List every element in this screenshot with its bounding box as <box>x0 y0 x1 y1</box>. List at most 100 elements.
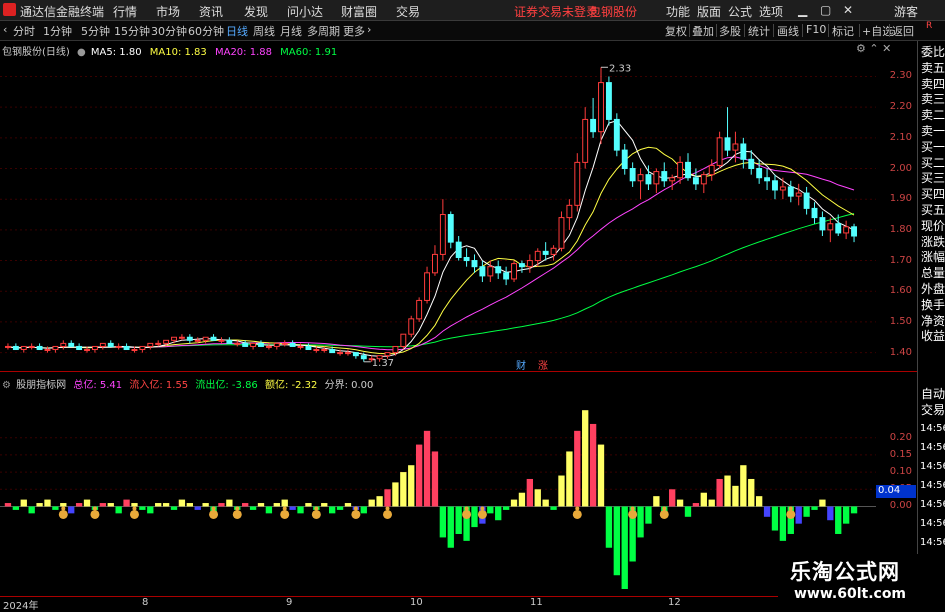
outflow-bar <box>637 506 644 538</box>
quote-panel-row[interactable]: 卖一 <box>920 122 945 139</box>
candlestick-chart[interactable]: 2.33 1.37 财 涨 <box>0 41 876 371</box>
candle-body <box>661 171 668 182</box>
quote-panel-row[interactable]: 卖四 <box>920 75 945 92</box>
menu-formula[interactable]: 公式 <box>728 3 752 20</box>
quote-panel-row[interactable]: 卖二 <box>920 106 945 123</box>
inflow-bar <box>732 485 739 507</box>
candle-body <box>60 342 67 347</box>
quote-panel-row[interactable]: 换手 <box>920 296 945 313</box>
auto-trade-tab[interactable]: 交易 <box>920 401 945 418</box>
menu-options[interactable]: 选项 <box>759 3 783 20</box>
period-tab-intraday[interactable]: 分时 <box>13 23 35 39</box>
app-title: 通达信金融终端 <box>20 5 105 19</box>
multi-stock-button[interactable]: 多股 <box>719 23 741 39</box>
price-tick-label: 2.30 <box>889 70 912 82</box>
quote-panel-row[interactable]: 现价 <box>920 217 945 234</box>
more-chevron-icon[interactable]: › <box>367 23 371 36</box>
menu-function[interactable]: 功能 <box>666 3 690 20</box>
menu-discover[interactable]: 发现 <box>244 3 268 20</box>
menu-quotes[interactable]: 行情 <box>113 3 137 20</box>
period-tab-1min[interactable]: 1分钟 <box>43 23 72 39</box>
auto-trade-tab[interactable]: 自动 <box>920 385 945 402</box>
flow-tick-label: 0.10 <box>889 466 912 478</box>
minimize-icon[interactable]: ▁ <box>798 3 807 17</box>
outflow-bar <box>502 506 510 510</box>
close-icon[interactable]: ✕ <box>843 3 853 17</box>
login-notice[interactable]: 证券交易未登录 <box>514 3 598 20</box>
period-tab-multi[interactable]: 多周期 <box>307 23 340 39</box>
menu-news[interactable]: 资讯 <box>199 3 223 20</box>
toolbar-divider <box>828 24 829 37</box>
quote-panel-row[interactable]: 买四 <box>920 185 945 202</box>
quote-panel-row[interactable]: 卖三 <box>920 90 945 107</box>
inflow-bar <box>534 489 541 507</box>
period-tab-more[interactable]: 更多 <box>343 23 365 39</box>
period-tab-30min[interactable]: 30分钟 <box>151 23 187 39</box>
period-tab-daily[interactable]: 日线 <box>226 23 248 39</box>
quote-panel-row[interactable]: 涨跌 <box>920 233 945 250</box>
candle-body <box>289 342 296 347</box>
inflow-bar <box>281 499 288 507</box>
outflow-bar <box>835 506 842 534</box>
quote-panel-row[interactable]: 委比 <box>920 43 945 60</box>
money-bag-icon <box>786 509 796 519</box>
guest-label[interactable]: 游客 <box>894 3 918 20</box>
tick-time-row: 14:56 <box>920 442 945 453</box>
candle-body <box>748 158 755 170</box>
candle-body <box>194 339 201 342</box>
quote-panel-row[interactable]: 净资 <box>920 312 945 329</box>
maximize-icon[interactable]: ▢ <box>820 3 831 17</box>
money-flow-bar-chart[interactable] <box>0 373 876 593</box>
outflow-bar <box>297 506 304 514</box>
inflow-bar <box>510 499 518 507</box>
menu-wealth[interactable]: 财富圈 <box>341 3 377 20</box>
toolbar-back-icon[interactable]: ‹ <box>3 23 7 36</box>
quote-panel-row[interactable]: 总量 <box>920 264 945 281</box>
draw-line-button[interactable]: 画线 <box>777 23 799 39</box>
candle-body <box>273 342 280 347</box>
inflow-bar <box>44 499 51 507</box>
toolbar-divider <box>744 24 745 37</box>
mark-button[interactable]: 标记 <box>832 23 854 39</box>
quote-panel-row[interactable]: 涨幅 <box>920 248 945 265</box>
quote-panel-row[interactable]: 卖五 <box>920 59 945 76</box>
flow-tick-label: 0.00 <box>889 500 912 512</box>
money-bag-knot <box>662 506 667 511</box>
candle-body <box>503 272 510 280</box>
quote-panel-row[interactable]: 外盘 <box>920 280 945 297</box>
inflow-bar <box>676 499 684 507</box>
inflow-bar <box>716 478 723 507</box>
period-tab-5min[interactable]: 5分钟 <box>81 23 110 39</box>
menu-market[interactable]: 市场 <box>156 3 180 20</box>
inflow-bar <box>376 496 383 507</box>
statistics-button[interactable]: 统计 <box>748 23 770 39</box>
current-value-box: 0.04 <box>876 485 916 498</box>
inflow-bar <box>36 503 43 507</box>
quote-panel-row[interactable]: 买五 <box>920 201 945 218</box>
inflow-bar <box>400 472 407 507</box>
price-tick-label: 2.10 <box>889 131 912 143</box>
menu-assistant[interactable]: 问小达 <box>287 3 323 20</box>
news-marker-cai: 财 <box>516 359 526 371</box>
outflow-bar <box>803 506 810 517</box>
period-tab-weekly[interactable]: 周线 <box>253 23 275 39</box>
period-tab-monthly[interactable]: 月线 <box>280 23 302 39</box>
outflow-bar <box>842 506 850 524</box>
quote-panel-row[interactable]: 买一 <box>920 138 945 155</box>
candle-body <box>321 349 328 352</box>
adjust-button[interactable]: 复权 <box>665 23 687 39</box>
ma20-line <box>7 156 855 351</box>
period-tab-60min[interactable]: 60分钟 <box>188 23 224 39</box>
f10-button[interactable]: F10 <box>806 23 826 36</box>
return-button[interactable]: 返回 <box>892 23 914 39</box>
candle-body <box>479 266 486 277</box>
toolbar-divider <box>773 24 774 37</box>
quote-panel-row[interactable]: 收益 <box>920 327 945 344</box>
tick-time-row: 14:56 <box>920 480 945 491</box>
overlay-button[interactable]: 叠加 <box>692 23 714 39</box>
quote-panel-row[interactable]: 买三 <box>920 169 945 186</box>
menu-trade[interactable]: 交易 <box>396 3 420 20</box>
menu-layout[interactable]: 版面 <box>697 3 721 20</box>
quote-panel-row[interactable]: 买二 <box>920 154 945 171</box>
period-tab-15min[interactable]: 15分钟 <box>114 23 150 39</box>
